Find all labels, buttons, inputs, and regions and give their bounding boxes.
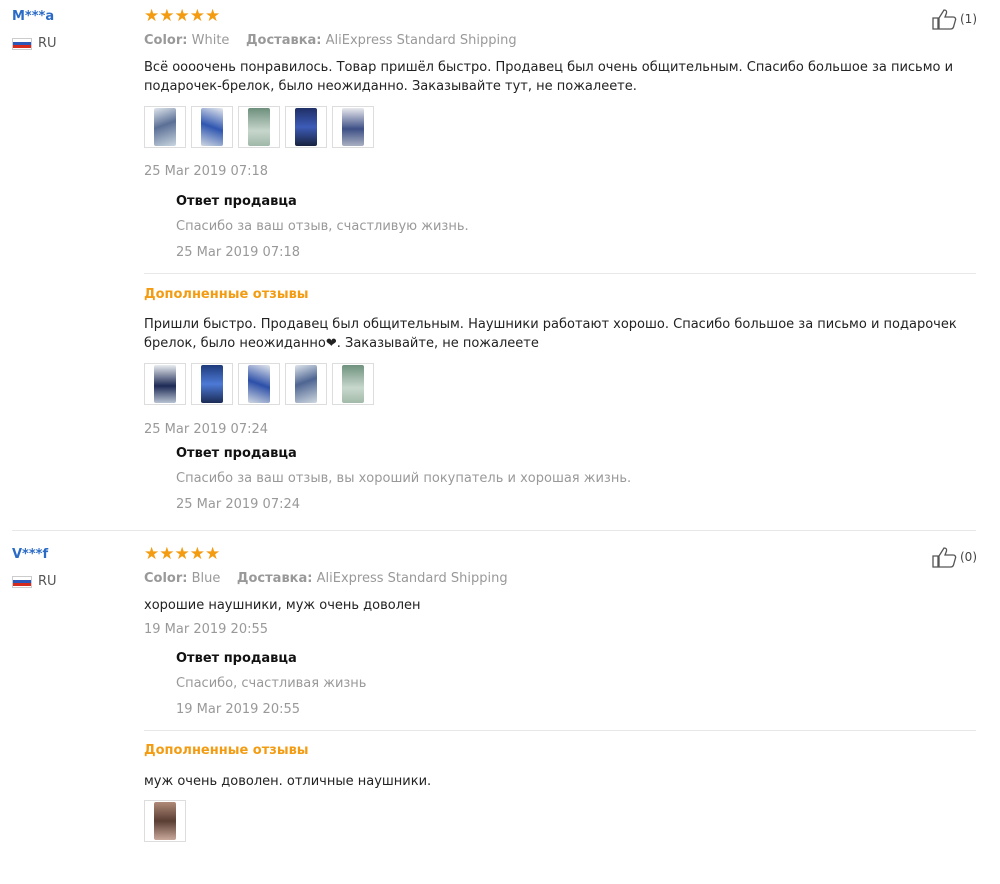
review-photo[interactable] — [144, 800, 186, 842]
russia-flag-icon — [12, 575, 32, 588]
like-button[interactable]: (1) — [932, 8, 977, 30]
review-photo[interactable] — [332, 106, 374, 148]
followup-date: 25 Mar 2019 07:24 — [144, 422, 269, 437]
seller-reply-date: 25 Mar 2019 07:24 — [176, 497, 301, 512]
seller-reply-title: Ответ продавца — [176, 446, 297, 461]
thumbs-up-icon — [932, 547, 957, 568]
seller-reply-date: 25 Mar 2019 07:18 — [176, 245, 301, 260]
reviewer-country: RU — [12, 36, 57, 51]
followup-text: муж очень доволен. отличные наушники. — [144, 774, 432, 789]
divider — [144, 273, 976, 274]
followup-title: Дополненные отзывы — [144, 287, 309, 302]
seller-reply-date: 19 Mar 2019 20:55 — [176, 702, 301, 717]
country-code: RU — [38, 36, 57, 51]
country-code: RU — [38, 574, 57, 589]
review-photo[interactable] — [238, 106, 280, 148]
review-photo[interactable] — [332, 363, 374, 405]
rating-stars: ★★★★★ — [144, 544, 221, 564]
review-photo[interactable] — [285, 363, 327, 405]
russia-flag-icon — [12, 37, 32, 50]
review-photo[interactable] — [144, 363, 186, 405]
rating-stars: ★★★★★ — [144, 6, 221, 26]
color-label: Color: — [144, 33, 188, 48]
review-date: 19 Mar 2019 20:55 — [144, 622, 269, 637]
review-photo[interactable] — [191, 363, 233, 405]
review-meta: Color: White Доставка: AliExpress Standa… — [144, 33, 517, 48]
followup-text: Пришли быстро. Продавец был общительным.… — [144, 317, 957, 351]
like-button[interactable]: (0) — [932, 546, 977, 568]
like-count: (0) — [960, 550, 977, 564]
divider — [144, 730, 976, 731]
shipping-value: AliExpress Standard Shipping — [325, 33, 517, 48]
seller-reply-title: Ответ продавца — [176, 194, 297, 209]
like-count: (1) — [960, 12, 977, 26]
review-photo[interactable] — [144, 106, 186, 148]
review-divider — [12, 530, 976, 531]
color-value: White — [191, 33, 230, 48]
thumbs-up-icon — [932, 9, 957, 30]
shipping-label: Доставка: — [245, 33, 322, 48]
seller-reply-text: Спасибо за ваш отзыв, счастливую жизнь. — [176, 219, 469, 234]
review-photo[interactable] — [285, 106, 327, 148]
review-photo[interactable] — [238, 363, 280, 405]
reviewer-name[interactable]: M***a — [12, 9, 54, 24]
followup-title: Дополненные отзывы — [144, 743, 309, 758]
reviewer-country: RU — [12, 574, 57, 589]
followup-photos — [144, 800, 186, 842]
review-photos — [144, 106, 374, 148]
review-photo[interactable] — [191, 106, 233, 148]
seller-reply-title: Ответ продавца — [176, 651, 297, 666]
review-date: 25 Mar 2019 07:18 — [144, 164, 269, 179]
followup-photos — [144, 363, 374, 405]
seller-reply-text: Спасибо, счастливая жизнь — [176, 676, 367, 691]
color-label: Color: — [144, 571, 188, 586]
review-text: Всё оооочень понравилось. Товар пришёл б… — [144, 60, 954, 94]
reviewer-name[interactable]: V***f — [12, 547, 48, 562]
review-meta: Color: Blue Доставка: AliExpress Standar… — [144, 571, 508, 586]
shipping-label: Доставка: — [236, 571, 313, 586]
review-text: хорошие наушники, муж очень доволен — [144, 598, 421, 613]
seller-reply-text: Спасибо за ваш отзыв, вы хороший покупат… — [176, 471, 632, 486]
shipping-value: AliExpress Standard Shipping — [316, 571, 508, 586]
color-value: Blue — [191, 571, 221, 586]
